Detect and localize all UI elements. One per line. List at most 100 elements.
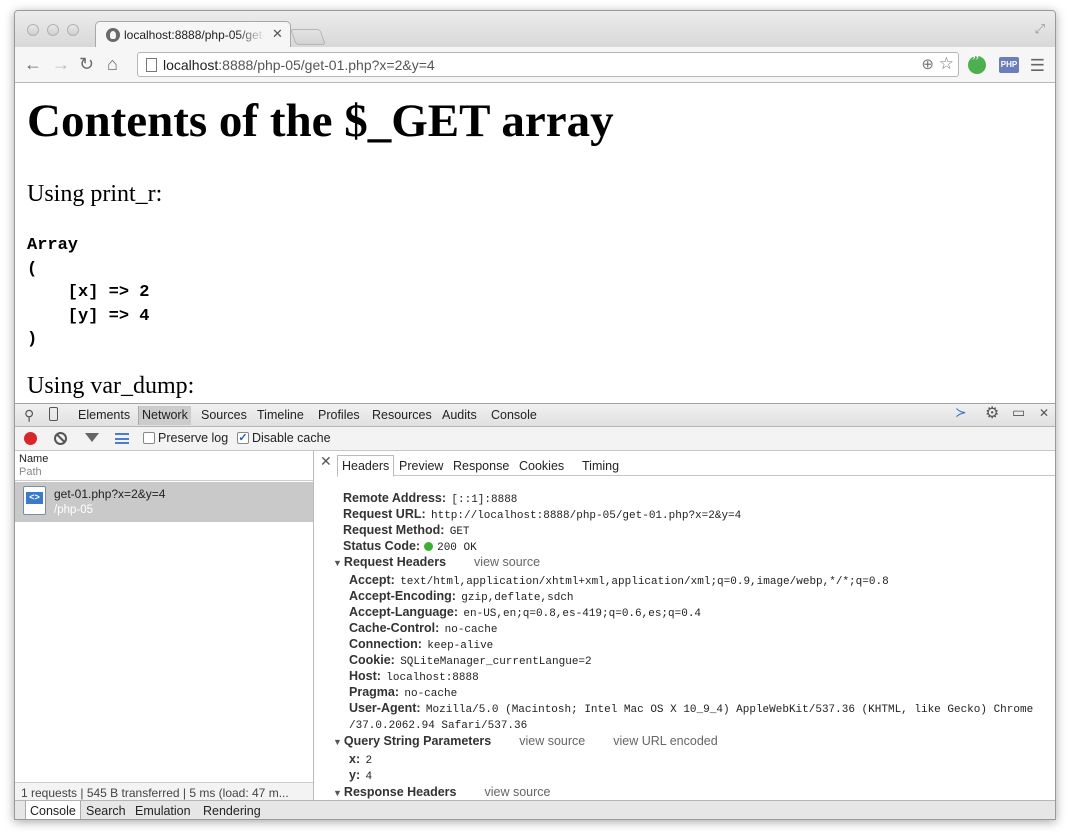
param-key: x: <box>349 752 361 766</box>
network-summary: 1 requests | 545 B transferred | 5 ms (l… <box>15 782 313 802</box>
tab-timing[interactable]: Timing <box>582 459 619 473</box>
drawer-tab-emulation[interactable]: Emulation <box>135 804 191 818</box>
devtools-drawer: Console Search Emulation Rendering <box>15 800 1055 819</box>
record-icon[interactable] <box>24 432 37 445</box>
param-key: y: <box>349 768 361 782</box>
minimize-window-button[interactable] <box>47 24 59 36</box>
expand-triangle-icon: ▼ <box>333 788 342 798</box>
hangouts-extension-icon[interactable] <box>968 53 986 74</box>
header-value: en-US,en;q=0.8,es-419;q=0.6,es;q=0.4 <box>463 608 702 620</box>
bookmark-star-icon[interactable]: ☆ <box>939 54 954 74</box>
url-path: :8888/php-05/get-01.php?x=2&y=4 <box>218 57 435 73</box>
tab-sources[interactable]: Sources <box>201 408 247 422</box>
browser-tab[interactable]: localhost:8888/php-05/get-01.php?x=2&y=4… <box>95 21 291 48</box>
dock-icon[interactable]: ▭ <box>1012 404 1025 421</box>
status-code: Status Code: 200 OK <box>343 539 477 554</box>
expand-triangle-icon: ▼ <box>333 558 342 568</box>
view-url-encoded-link[interactable]: view URL encoded <box>613 734 717 748</box>
header-pragma: Pragma: no-cache <box>349 685 457 700</box>
disable-cache-checkbox[interactable]: ✓ <box>237 432 249 444</box>
header-key: Remote Address: <box>343 491 447 505</box>
page-content: Contents of the $_GET array Using print_… <box>15 84 1055 404</box>
header-value: [::1]:8888 <box>451 494 518 506</box>
request-headers-section[interactable]: ▼ Request Headers view source <box>333 555 540 569</box>
header-key: Status Code: <box>343 539 421 553</box>
html-file-icon <box>23 486 46 515</box>
fullscreen-icon[interactable]: ⤢ <box>1035 21 1045 37</box>
tab-resources[interactable]: Resources <box>372 408 432 422</box>
header-value: text/html,application/xhtml+xml,applicat… <box>400 576 889 588</box>
header-connection: Connection: keep-alive <box>349 637 493 652</box>
tab-network[interactable]: Network <box>138 406 191 425</box>
preserve-log-label: Preserve log <box>158 431 229 445</box>
tab-elements[interactable]: Elements <box>78 408 130 422</box>
reload-icon[interactable]: ↻ <box>79 54 94 74</box>
request-list: Name Path get-01.php?x=2&y=4 /php-05 1 r… <box>15 451 314 802</box>
tab-audits[interactable]: Audits <box>442 408 477 422</box>
header-value: Mozilla/5.0 (Macintosh; Intel Mac OS X 1… <box>425 704 1034 716</box>
drawer-tab-rendering[interactable]: Rendering <box>203 804 261 818</box>
device-mode-icon[interactable] <box>49 407 58 421</box>
header-key: Pragma: <box>349 685 400 699</box>
tab-console[interactable]: Console <box>491 408 537 422</box>
request-row[interactable]: get-01.php?x=2&y=4 /php-05 <box>15 482 313 522</box>
console-drawer-icon[interactable]: ≻ <box>955 404 967 421</box>
home-icon[interactable]: ⌂ <box>107 54 118 74</box>
request-list-header[interactable]: Name Path <box>15 451 313 481</box>
zoom-icon[interactable]: ⊕ <box>921 55 934 73</box>
back-icon[interactable]: ← <box>24 54 42 74</box>
preserve-log-checkbox[interactable] <box>143 432 155 444</box>
filter-icon[interactable] <box>85 433 99 442</box>
header-key: User-Agent: <box>349 701 421 715</box>
forward-icon[interactable]: → <box>52 54 70 74</box>
php-extension-icon[interactable]: PHP <box>999 57 1019 73</box>
devtools-tab-bar: ⚲ Elements Network Sources Timeline Prof… <box>15 404 1055 427</box>
close-details-icon[interactable]: ✕ <box>320 453 332 470</box>
column-name: Name <box>19 453 49 465</box>
tab-timeline[interactable]: Timeline <box>257 408 304 422</box>
tab-profiles[interactable]: Profiles <box>318 408 360 422</box>
header-key: Cache-Control: <box>349 621 440 635</box>
header-accept-encoding: Accept-Encoding: gzip,deflate,sdch <box>349 589 574 604</box>
settings-gear-icon[interactable]: ⚙ <box>985 403 999 423</box>
header-cookie: Cookie: SQLiteManager_currentLangue=2 <box>349 653 592 668</box>
drawer-tab-search[interactable]: Search <box>86 804 126 818</box>
tab-title-fade <box>236 26 266 44</box>
close-window-button[interactable] <box>27 24 39 36</box>
tab-close-icon[interactable]: ✕ <box>272 26 283 42</box>
header-key: Accept: <box>349 573 395 587</box>
header-key: Cookie: <box>349 653 395 667</box>
large-rows-icon[interactable] <box>115 433 129 444</box>
url-host: localhost <box>163 57 219 73</box>
network-toolbar: Preserve log ✓ Disable cache <box>15 427 1055 451</box>
view-source-link[interactable]: view source <box>519 734 585 748</box>
address-bar[interactable]: localhost:8888/php-05/get-01.php?x=2&y=4… <box>137 52 959 77</box>
tab-strip: localhost:8888/php-05/get-01.php?x=2&y=4… <box>15 11 1055 48</box>
zoom-window-button[interactable] <box>67 24 79 36</box>
tab-headers[interactable]: Headers <box>337 455 395 477</box>
tab-preview[interactable]: Preview <box>399 459 443 473</box>
url-text[interactable]: localhost:8888/php-05/get-01.php?x=2&y=4 <box>163 57 435 73</box>
view-source-link[interactable]: view source <box>474 555 540 569</box>
response-headers-section[interactable]: ▼ Response Headers view source <box>333 785 550 799</box>
header-value: GET <box>449 526 470 538</box>
header-key: Host: <box>349 669 381 683</box>
view-source-link[interactable]: view source <box>484 785 550 799</box>
new-tab-button[interactable] <box>290 29 326 45</box>
tab-response[interactable]: Response <box>453 459 509 473</box>
query-string-section[interactable]: ▼ Query String Parameters view source view … <box>333 734 718 748</box>
header-value: gzip,deflate,sdch <box>461 592 574 604</box>
clear-icon[interactable] <box>54 432 67 445</box>
header-host: Host: localhost:8888 <box>349 669 479 684</box>
header-user-agent: User-Agent: Mozilla/5.0 (Macintosh; Inte… <box>349 701 1033 716</box>
close-devtools-icon[interactable]: ✕ <box>1039 406 1049 420</box>
header-cache-control: Cache-Control: no-cache <box>349 621 497 636</box>
browser-toolbar: ← → ↻ ⌂ localhost:8888/php-05/get-01.php… <box>15 47 1055 83</box>
menu-icon[interactable]: ☰ <box>1030 56 1045 76</box>
request-details: ✕ Headers Preview Response Cookies Timin… <box>315 451 1055 802</box>
header-user-agent-continued: /37.0.2062.94 Safari/537.36 <box>349 717 527 732</box>
tab-cookies[interactable]: Cookies <box>519 459 564 473</box>
drawer-tab-console[interactable]: Console <box>25 801 81 819</box>
inspect-search-icon[interactable]: ⚲ <box>24 407 34 424</box>
header-value: no-cache <box>404 688 458 700</box>
